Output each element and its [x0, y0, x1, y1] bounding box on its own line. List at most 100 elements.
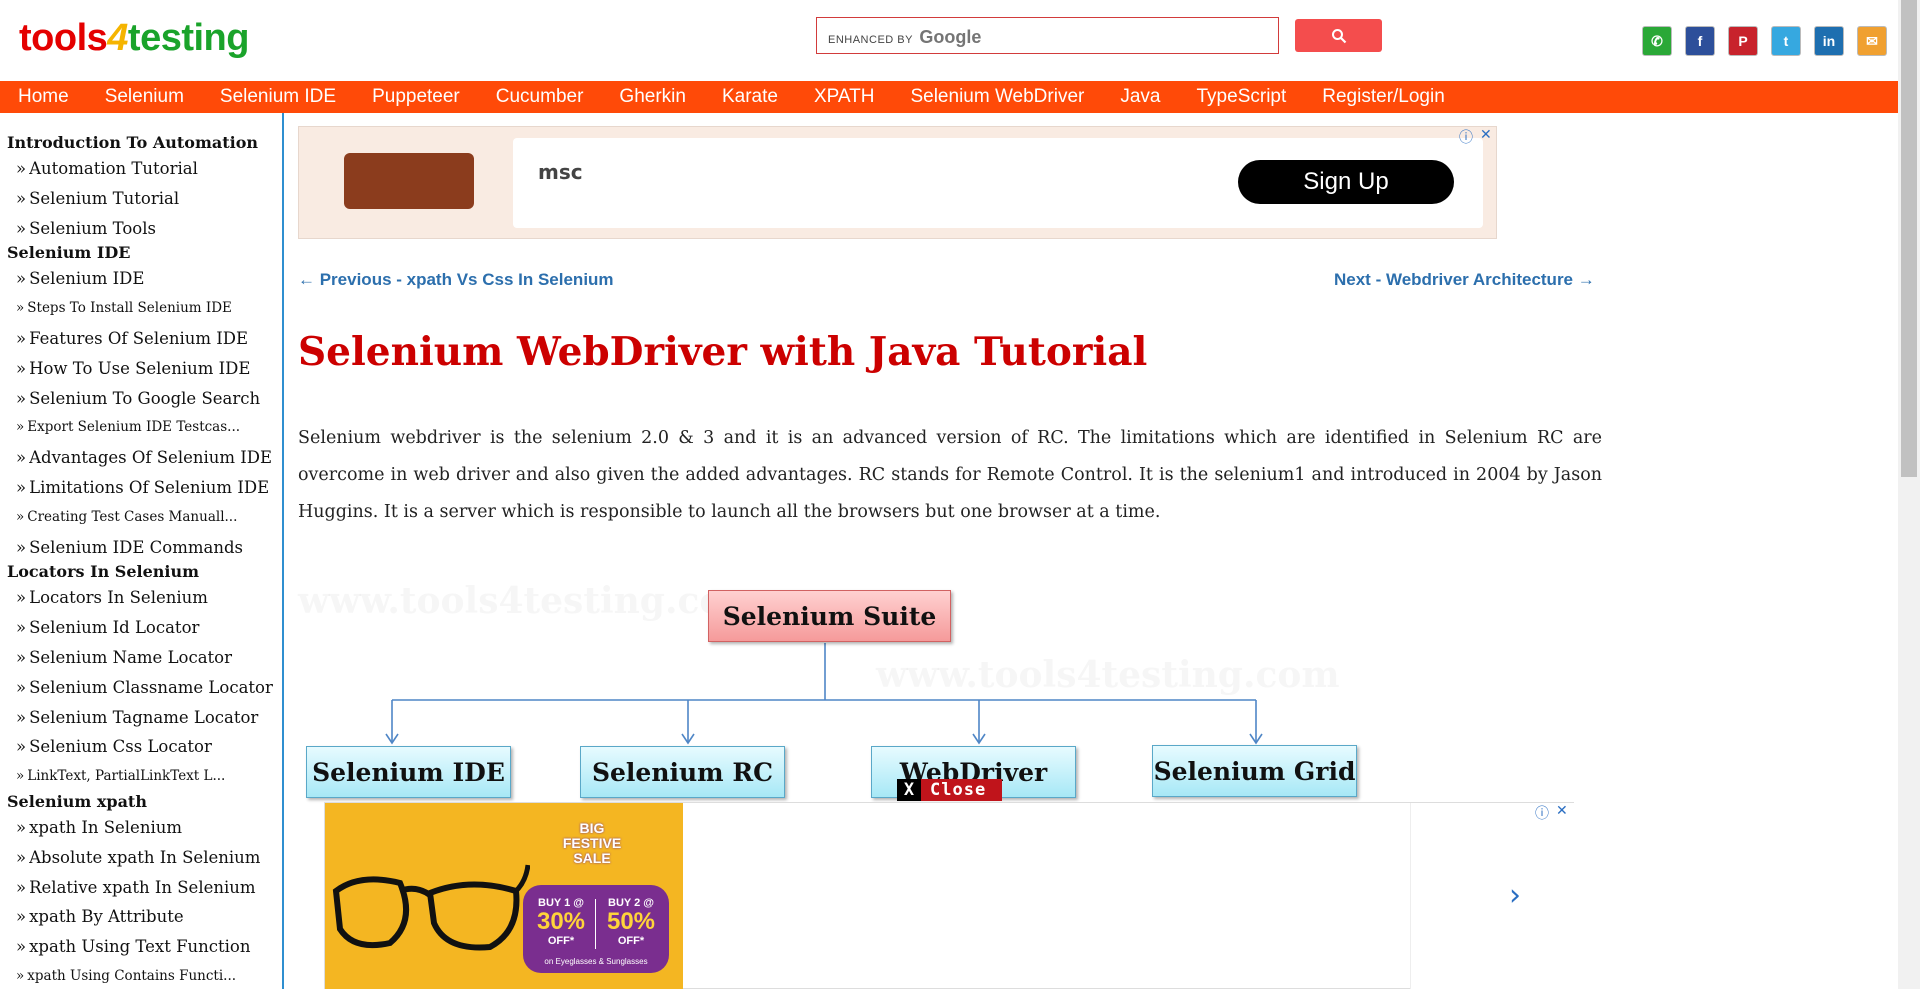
- sidebar-item[interactable]: » Selenium To Google Search: [0, 384, 282, 414]
- sidebar: Introduction To Automation » Automation Tu…: [0, 113, 284, 989]
- sidebar-item-label: xpath In Selenium: [29, 817, 182, 837]
- intro-paragraph: Selenium webdriver is the selenium 2.0 &…: [298, 428, 1602, 522]
- site-logo[interactable]: tools4testing: [19, 14, 249, 62]
- ad-info-icon[interactable]: ⓘ: [1459, 127, 1473, 147]
- nav-cucumber[interactable]: Cucumber: [478, 81, 602, 113]
- linkedin-icon[interactable]: in: [1814, 26, 1844, 56]
- sidebar-item-label: Advantages Of Selenium IDE: [29, 448, 273, 468]
- sidebar-item-label: xpath Using Text Function: [29, 937, 251, 957]
- ad-info-icon[interactable]: ⓘ: [1535, 803, 1549, 823]
- twitter-icon[interactable]: t: [1771, 26, 1801, 56]
- ad-signup-button[interactable]: Sign Up: [1238, 160, 1454, 204]
- sidebar-item[interactable]: » Locators In Selenium: [0, 583, 282, 613]
- page-title: Selenium WebDriver with Java Tutorial: [298, 329, 1148, 375]
- sidebar-item-label: Relative xpath In Selenium: [29, 877, 256, 897]
- sidebar-item[interactable]: » Selenium Tagname Locator: [0, 703, 282, 733]
- pinterest-icon[interactable]: P: [1728, 26, 1758, 56]
- nav-karate[interactable]: Karate: [704, 81, 796, 113]
- close-x-icon: X: [897, 779, 921, 801]
- sidebar-item[interactable]: » LinkText, PartialLinkText L...: [0, 762, 282, 792]
- sidebar-heading: Introduction To Automation: [7, 133, 259, 152]
- sidebar-item[interactable]: » xpath In Selenium: [0, 813, 282, 843]
- sidebar-item-label: xpath Using Contains Functi...: [27, 967, 237, 984]
- nav-xpath[interactable]: XPATH: [796, 81, 893, 113]
- sidebar-item-label: Selenium IDE Commands: [29, 537, 244, 557]
- main-nav: Home Selenium Selenium IDE Puppeteer Cuc…: [0, 81, 1898, 113]
- nav-selenium[interactable]: Selenium: [87, 81, 202, 113]
- email-icon[interactable]: ✉: [1857, 26, 1887, 56]
- nav-java[interactable]: Java: [1102, 81, 1178, 113]
- page-scrollbar[interactable]: [1898, 0, 1920, 989]
- sidebar-item[interactable]: » Selenium IDE Commands: [0, 533, 282, 563]
- nav-gherkin[interactable]: Gherkin: [601, 81, 704, 113]
- search-button[interactable]: [1295, 19, 1382, 52]
- bottom-ad-banner[interactable]: BIG FESTIVE SALE BUY 1 @ 30% OFF* BUY 2 …: [324, 802, 1575, 989]
- sidebar-item[interactable]: » xpath Using Text Function: [0, 932, 282, 962]
- scrollbar-thumb[interactable]: [1901, 0, 1917, 477]
- ad-close-icon[interactable]: ✕: [1480, 127, 1492, 143]
- sidebar-item-label: Absolute xpath In Selenium: [29, 847, 261, 867]
- nav-selenium-ide[interactable]: Selenium IDE: [202, 81, 354, 113]
- search-input[interactable]: [817, 18, 1278, 53]
- sidebar-item-label: Selenium Tutorial: [29, 188, 180, 208]
- sidebar-item[interactable]: » Selenium Css Locator: [0, 732, 282, 762]
- search-field[interactable]: ENHANCED BY Google: [816, 17, 1279, 54]
- facebook-icon[interactable]: f: [1685, 26, 1715, 56]
- sidebar-item[interactable]: » xpath By Attribute: [0, 902, 282, 932]
- ad-close-icon[interactable]: ✕: [1556, 803, 1568, 819]
- sidebar-item[interactable]: » Selenium Tools: [0, 214, 282, 244]
- sidebar-item-label: How To Use Selenium IDE: [29, 358, 251, 378]
- nav-typescript[interactable]: TypeScript: [1179, 81, 1305, 113]
- sidebar-heading: Locators In Selenium: [7, 562, 200, 582]
- sidebar-item-label: Locators In Selenium: [29, 588, 208, 608]
- top-ad-banner[interactable]: msc Sign Up: [298, 126, 1497, 239]
- sidebar-item-label: Automation Tutorial: [29, 159, 198, 178]
- sidebar-item[interactable]: » Selenium IDE: [0, 264, 282, 294]
- sidebar-item[interactable]: » Selenium Classname Locator: [0, 673, 282, 703]
- site-header: tools4testing ENHANCED BY Google ✆ f Pt in ✉: [0, 0, 1898, 81]
- chevron-right-icon[interactable]: ›: [1509, 878, 1521, 913]
- diagram-node-selenium-ide: Selenium IDE: [306, 746, 511, 798]
- sidebar-item-label: Limitations Of Selenium IDE: [29, 477, 270, 497]
- sidebar-item[interactable]: » Selenium Id Locator: [0, 613, 282, 643]
- sidebar-item[interactable]: » Features Of Selenium IDE: [0, 324, 282, 354]
- sidebar-item[interactable]: » Automation Tutorial: [0, 154, 282, 184]
- sidebar-item-label: Selenium IDE: [29, 269, 145, 289]
- ad-side-panel: [1410, 803, 1575, 989]
- nav-home[interactable]: Home: [0, 81, 87, 113]
- sidebar-item[interactable]: » Absolute xpath In Selenium: [0, 843, 282, 873]
- sidebar-item-label: Selenium Id Locator: [29, 618, 200, 638]
- sidebar-item[interactable]: » Advantages Of Selenium IDE: [0, 443, 282, 473]
- sidebar-heading: Selenium xpath: [7, 791, 147, 811]
- sidebar-item-label: Selenium Css Locator: [29, 737, 212, 757]
- sidebar-item[interactable]: » Selenium Name Locator: [0, 643, 282, 673]
- nav-register-login[interactable]: Register/Login: [1304, 81, 1463, 113]
- sidebar-item-label: Selenium Name Locator: [29, 647, 232, 667]
- sidebar-item[interactable]: » Creating Test Cases Manuall...: [0, 503, 282, 533]
- sidebar-item[interactable]: » Limitations Of Selenium IDE: [0, 473, 282, 503]
- sidebar-item-label: Steps To Install Selenium IDE: [27, 300, 232, 317]
- ad-chocolate-image: [344, 153, 474, 209]
- sidebar-item[interactable]: » xpath Using Contains Functi...: [0, 962, 282, 989]
- ad-brand-logo: msc: [538, 160, 583, 184]
- sidebar-item-label: Export Selenium IDE Testcas...: [27, 419, 241, 436]
- nav-puppeteer[interactable]: Puppeteer: [354, 81, 478, 113]
- nav-selenium-webdriver[interactable]: Selenium WebDriver: [892, 81, 1102, 113]
- eyewear-promo[interactable]: BIG FESTIVE SALE BUY 1 @ 30% OFF* BUY 2 …: [325, 803, 683, 989]
- sidebar-item-label: xpath By Attribute: [29, 907, 184, 927]
- sidebar-item[interactable]: » How To Use Selenium IDE: [0, 354, 282, 384]
- offer-badge: BUY 1 @ 30% OFF* BUY 2 @ 50% OFF* on Eye…: [523, 885, 669, 973]
- sidebar-heading: Selenium IDE: [7, 243, 131, 263]
- next-link[interactable]: Next - Webdriver Architecture →: [1334, 270, 1595, 290]
- whatsapp-icon[interactable]: ✆: [1642, 26, 1672, 56]
- ad-panel: msc Sign Up: [513, 138, 1483, 228]
- diagram-node-selenium-rc: Selenium RC: [580, 746, 785, 798]
- sidebar-item[interactable]: » Relative xpath In Selenium: [0, 873, 282, 903]
- previous-link[interactable]: ← Previous - xpath Vs Css In Selenium: [298, 270, 614, 290]
- eyeglasses-image: [332, 864, 530, 951]
- search-icon: [1331, 28, 1346, 43]
- ad-close-button[interactable]: X Close: [897, 779, 1002, 801]
- sidebar-item[interactable]: » Export Selenium IDE Testcas...: [0, 413, 282, 443]
- sidebar-item[interactable]: » Steps To Install Selenium IDE: [0, 294, 282, 324]
- sidebar-item[interactable]: » Selenium Tutorial: [0, 184, 282, 214]
